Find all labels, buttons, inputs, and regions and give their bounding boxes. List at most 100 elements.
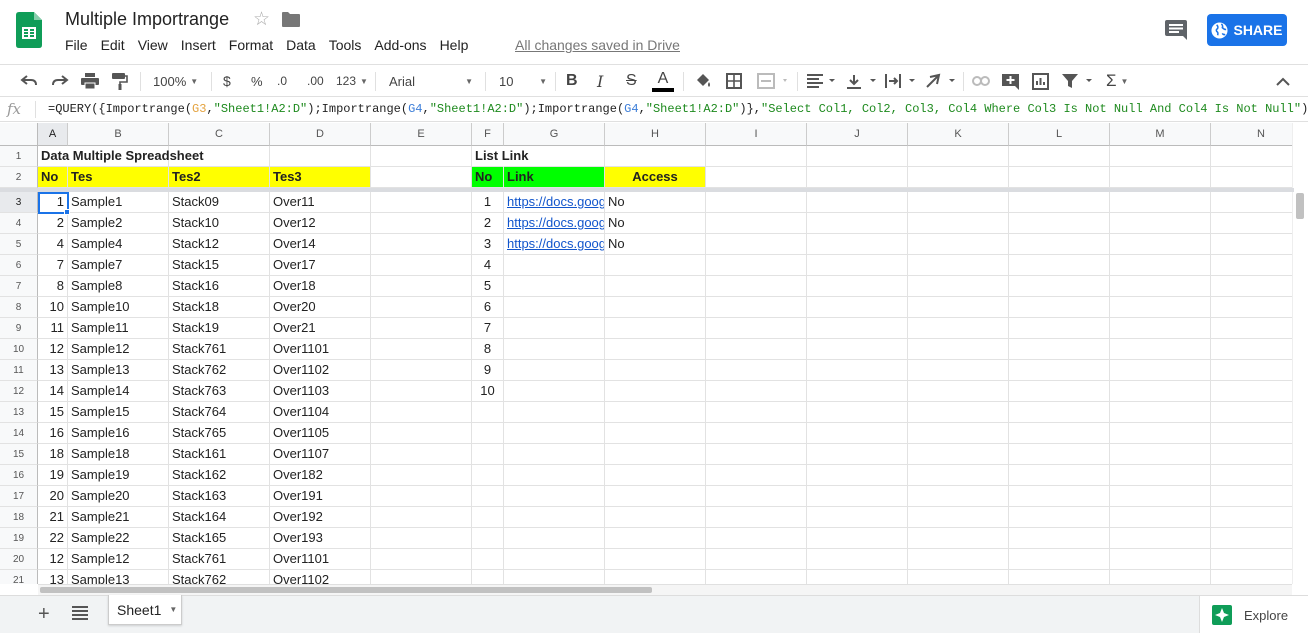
cell-d2[interactable]: Tes3	[270, 167, 371, 188]
cell-f8[interactable]: 6	[472, 297, 504, 318]
fill-handle[interactable]	[64, 209, 70, 215]
currency-format-button[interactable]: $	[223, 65, 231, 97]
redo-button[interactable]	[51, 65, 69, 97]
cell-h21[interactable]	[605, 570, 706, 584]
cell-f14[interactable]	[472, 423, 504, 444]
text-color-button[interactable]: A	[652, 65, 674, 97]
cell-l8[interactable]	[1009, 297, 1110, 318]
cell-f9[interactable]: 7	[472, 318, 504, 339]
cell-j2[interactable]	[807, 167, 908, 188]
column-header-d[interactable]: D	[270, 123, 371, 146]
cell-k8[interactable]	[908, 297, 1009, 318]
cell-d14[interactable]: Over1105	[270, 423, 371, 444]
insert-comment-button[interactable]	[1002, 65, 1019, 97]
cell-j17[interactable]	[807, 486, 908, 507]
cell-b21[interactable]: Sample13	[68, 570, 169, 584]
cell-j10[interactable]	[807, 339, 908, 360]
cell-l10[interactable]	[1009, 339, 1110, 360]
column-header-k[interactable]: K	[908, 123, 1009, 146]
row-header-9[interactable]: 9	[0, 318, 38, 339]
text-wrapping-button[interactable]	[885, 65, 915, 97]
cell-k11[interactable]	[908, 360, 1009, 381]
menu-view[interactable]: View	[138, 37, 168, 53]
row-header-15[interactable]: 15	[0, 444, 38, 465]
cell-b12[interactable]: Sample14	[68, 381, 169, 402]
cell-h15[interactable]	[605, 444, 706, 465]
save-status[interactable]: All changes saved in Drive	[515, 37, 680, 53]
cell-j16[interactable]	[807, 465, 908, 486]
cell-i14[interactable]	[706, 423, 807, 444]
cell-d5[interactable]: Over14	[270, 234, 371, 255]
cell-g20[interactable]	[504, 549, 605, 570]
cell-m12[interactable]	[1110, 381, 1211, 402]
cell-j7[interactable]	[807, 276, 908, 297]
cell-f20[interactable]	[472, 549, 504, 570]
cell-c8[interactable]: Stack18	[169, 297, 270, 318]
cell-l19[interactable]	[1009, 528, 1110, 549]
cell-j20[interactable]	[807, 549, 908, 570]
cell-d21[interactable]: Over1102	[270, 570, 371, 584]
cell-h4[interactable]: No	[605, 213, 706, 234]
cell-a10[interactable]: 12	[38, 339, 68, 360]
cell-j14[interactable]	[807, 423, 908, 444]
cell-l14[interactable]	[1009, 423, 1110, 444]
row-header-6[interactable]: 6	[0, 255, 38, 276]
column-header-a[interactable]: A	[38, 123, 68, 146]
cell-d17[interactable]: Over191	[270, 486, 371, 507]
cell-m9[interactable]	[1110, 318, 1211, 339]
cell-g6[interactable]	[504, 255, 605, 276]
font-size-select[interactable]: 10 ▼	[499, 65, 547, 97]
collapse-toolbar-button[interactable]	[1276, 65, 1290, 97]
cell-j8[interactable]	[807, 297, 908, 318]
cell-f1[interactable]: List Link	[472, 146, 528, 167]
cell-d15[interactable]: Over1107	[270, 444, 371, 465]
cell-h1[interactable]	[605, 146, 706, 167]
cell-m10[interactable]	[1110, 339, 1211, 360]
cell-g5[interactable]: https://docs.goog	[504, 234, 605, 255]
cell-c12[interactable]: Stack763	[169, 381, 270, 402]
cell-i16[interactable]	[706, 465, 807, 486]
cell-e14[interactable]	[371, 423, 472, 444]
cell-g10[interactable]	[504, 339, 605, 360]
cell-h10[interactable]	[605, 339, 706, 360]
cell-d19[interactable]: Over193	[270, 528, 371, 549]
cell-b5[interactable]: Sample4	[68, 234, 169, 255]
cell-e17[interactable]	[371, 486, 472, 507]
cell-f13[interactable]	[472, 402, 504, 423]
cell-i4[interactable]	[706, 213, 807, 234]
cell-g8[interactable]	[504, 297, 605, 318]
cell-h13[interactable]	[605, 402, 706, 423]
cell-b15[interactable]: Sample18	[68, 444, 169, 465]
menu-file[interactable]: File	[65, 37, 88, 53]
cell-f7[interactable]: 5	[472, 276, 504, 297]
cell-c7[interactable]: Stack16	[169, 276, 270, 297]
row-header-8[interactable]: 8	[0, 297, 38, 318]
cell-k20[interactable]	[908, 549, 1009, 570]
cell-f4[interactable]: 2	[472, 213, 504, 234]
cell-d6[interactable]: Over17	[270, 255, 371, 276]
cell-m8[interactable]	[1110, 297, 1211, 318]
menu-tools[interactable]: Tools	[329, 37, 362, 53]
cell-h7[interactable]	[605, 276, 706, 297]
cell-m3[interactable]	[1110, 192, 1211, 213]
column-header-j[interactable]: J	[807, 123, 908, 146]
cell-h3[interactable]: No	[605, 192, 706, 213]
cell-l20[interactable]	[1009, 549, 1110, 570]
cell-b19[interactable]: Sample22	[68, 528, 169, 549]
cell-e10[interactable]	[371, 339, 472, 360]
cell-j6[interactable]	[807, 255, 908, 276]
cell-m5[interactable]	[1110, 234, 1211, 255]
cell-m4[interactable]	[1110, 213, 1211, 234]
paint-format-button[interactable]	[112, 65, 128, 97]
bold-button[interactable]: B	[566, 65, 578, 97]
cell-f15[interactable]	[472, 444, 504, 465]
cell-e2[interactable]	[371, 167, 472, 188]
cell-g3[interactable]: https://docs.goog	[504, 192, 605, 213]
cell-a13[interactable]: 15	[38, 402, 68, 423]
cell-e5[interactable]	[371, 234, 472, 255]
cell-a2[interactable]: No	[38, 167, 68, 188]
cell-e20[interactable]	[371, 549, 472, 570]
cell-l13[interactable]	[1009, 402, 1110, 423]
cell-e8[interactable]	[371, 297, 472, 318]
cell-m20[interactable]	[1110, 549, 1211, 570]
